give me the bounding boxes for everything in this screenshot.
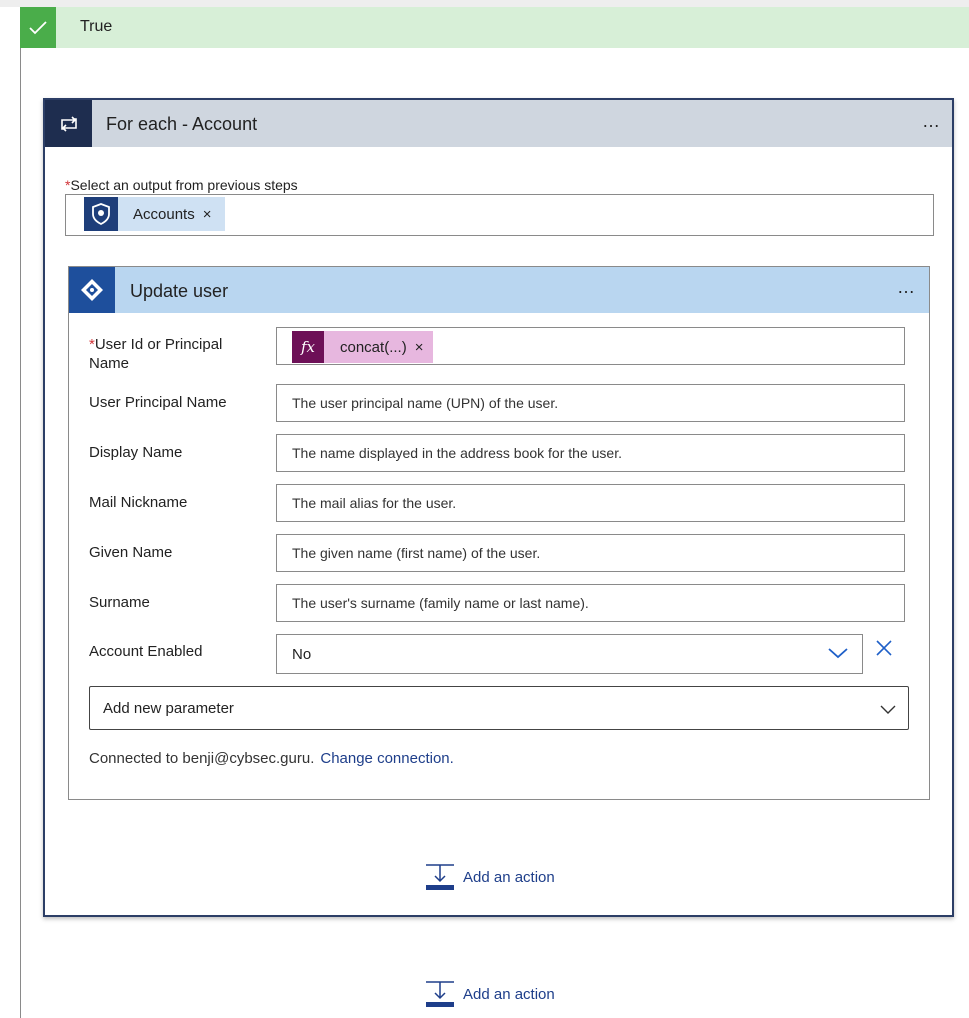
field-label-user-id: *User Id or Principal Name [89, 335, 259, 373]
directory-diamond-icon [69, 267, 115, 313]
remove-token-icon[interactable]: × [415, 339, 424, 356]
foreach-header[interactable]: For each - Account … [45, 100, 952, 147]
accounts-token[interactable]: Accounts × [84, 197, 226, 231]
add-action-button-inner[interactable]: Add an action [425, 863, 555, 891]
select-output-text: Select an output from previous steps [70, 177, 298, 193]
fx-icon: fx [292, 331, 324, 363]
user-id-input[interactable]: fx concat(...) × [276, 327, 905, 365]
connection-info: Connected to benji@cybsec.guru. Change co… [89, 750, 454, 767]
branch-connector-line [20, 48, 21, 1018]
field-label-user-id-text: User Id or Principal Name [89, 336, 223, 372]
concat-token-label: concat(...) [340, 338, 407, 356]
more-options-icon[interactable]: … [922, 111, 942, 132]
chevron-down-icon [880, 702, 896, 719]
account-enabled-value: No [292, 645, 312, 663]
true-branch-label: True [80, 18, 113, 35]
field-label-given-name: Given Name [89, 544, 173, 561]
add-new-parameter-label: Add new parameter [103, 699, 234, 717]
account-enabled-select[interactable]: No [276, 634, 863, 674]
select-output-input[interactable]: Accounts × [65, 194, 934, 236]
update-user-title: Update user [130, 281, 229, 301]
concat-expression-token[interactable]: fx concat(...) × [292, 331, 434, 363]
add-action-icon [426, 981, 454, 1007]
upn-input[interactable]: The user principal name (UPN) of the use… [276, 384, 905, 422]
top-strip [0, 0, 969, 7]
given-name-input[interactable]: The given name (first name) of the user. [276, 534, 905, 572]
clear-value-icon[interactable] [875, 639, 893, 662]
add-new-parameter-select[interactable]: Add new parameter [89, 686, 909, 730]
field-label-account-enabled: Account Enabled [89, 643, 203, 660]
shield-icon [84, 197, 118, 231]
select-output-label: *Select an output from previous steps [65, 177, 298, 193]
more-options-icon[interactable]: … [897, 277, 917, 298]
true-branch-header[interactable] [20, 7, 969, 48]
connected-text: Connected to benji@cybsec.guru. [89, 750, 315, 767]
chevron-down-icon [828, 646, 848, 663]
field-label-surname: Surname [89, 594, 150, 611]
add-action-label: Add an action [463, 985, 555, 1003]
field-label-upn: User Principal Name [89, 394, 227, 411]
field-label-display-name: Display Name [89, 444, 183, 461]
add-action-label: Add an action [463, 868, 555, 886]
mail-nickname-input[interactable]: The mail alias for the user. [276, 484, 905, 522]
update-user-card: Update user … *User Id or Principal Name… [68, 266, 930, 800]
add-action-button-outer[interactable]: Add an action [425, 980, 555, 1008]
foreach-title: For each - Account [106, 114, 258, 134]
field-label-mail-nickname: Mail Nickname [89, 494, 188, 511]
remove-token-icon[interactable]: × [203, 206, 212, 223]
loop-icon [45, 100, 92, 147]
change-connection-link[interactable]: Change connection. [320, 750, 453, 767]
foreach-card: For each - Account … *Select an output f… [43, 98, 954, 917]
add-action-icon [426, 864, 454, 890]
accounts-token-label: Accounts [133, 205, 195, 223]
update-user-header[interactable]: Update user … [69, 267, 929, 313]
display-name-input[interactable]: The name displayed in the address book f… [276, 434, 905, 472]
surname-input[interactable]: The user's surname (family name or last … [276, 584, 905, 622]
check-icon [20, 7, 56, 48]
